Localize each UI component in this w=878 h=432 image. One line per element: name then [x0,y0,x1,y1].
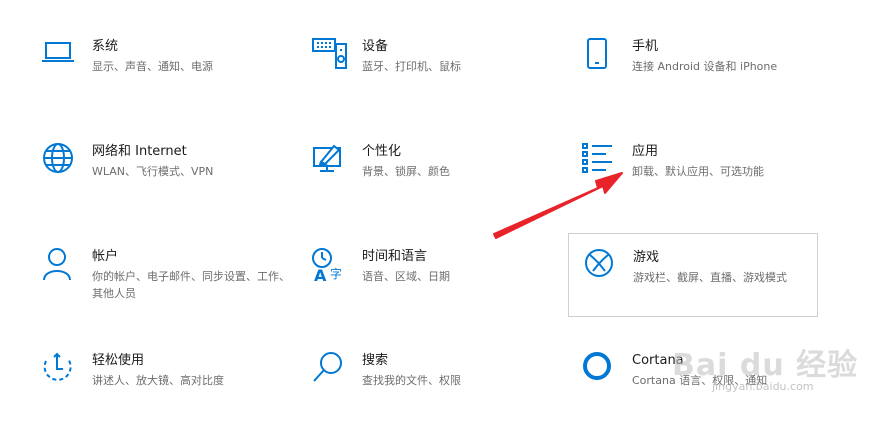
tile-description: 语音、区域、日期 [362,270,450,283]
time-language-icon: A 字 [312,248,350,286]
tile-title: 网络和 Internet [92,144,187,159]
settings-tile-search[interactable]: 搜索 查找我的文件、权限 [312,352,562,432]
ease-of-access-icon [42,352,80,390]
watermark-logo: Bai du 经验 jingyan.baidu.com [672,340,859,393]
tile-description: 显示、声音、通知、电源 [92,60,213,73]
globe-icon [42,143,80,181]
tile-description: 卸载、默认应用、可选功能 [632,165,764,178]
person-icon [42,248,80,286]
tile-description: 连接 Android 设备和 iPhone [632,60,778,73]
settings-tile-ease-of-access[interactable]: 轻松使用 讲述人、放大镜、高对比度 [42,352,292,432]
tile-description: 背景、锁屏、颜色 [362,165,450,178]
tile-description: 游戏栏、截屏、直播、游戏模式 [633,271,787,284]
phone-icon [582,38,620,76]
search-icon [312,352,350,390]
tile-title: 个性化 [362,144,402,159]
settings-tile-phone[interactable]: 手机 连接 Android 设备和 iPhone [582,38,832,118]
tile-title: 轻松使用 [92,353,145,368]
settings-tile-accounts[interactable]: 帐户 你的帐户、电子邮件、同步设置、工作、其他人员 [42,248,292,328]
apps-list-icon [582,143,620,181]
tile-title: 手机 [632,39,659,54]
settings-tile-system[interactable]: 系统 显示、声音、通知、电源 [42,38,292,118]
tile-description: 讲述人、放大镜、高对比度 [92,374,224,387]
tile-title: 搜索 [362,353,389,368]
settings-tile-devices[interactable]: 设备 蓝牙、打印机、鼠标 [312,38,562,118]
personalization-icon [312,143,350,181]
tile-description: 查找我的文件、权限 [362,374,461,387]
svg-text:A: A [314,266,327,285]
devices-icon [312,38,350,76]
tile-title: 时间和语言 [362,249,428,264]
tile-description: 蓝牙、打印机、鼠标 [362,60,461,73]
settings-tile-network[interactable]: 网络和 Internet WLAN、飞行模式、VPN [42,143,292,223]
tile-title: 游戏 [633,250,660,265]
xbox-icon [583,249,621,287]
cortana-icon [582,352,620,390]
settings-tile-time-language[interactable]: A 字 时间和语言 语音、区域、日期 [312,248,562,328]
tile-description: 你的帐户、电子邮件、同步设置、工作、其他人员 [92,270,290,300]
tile-description: WLAN、飞行模式、VPN [92,165,214,178]
settings-tile-apps[interactable]: 应用 卸载、默认应用、可选功能 [582,143,832,223]
laptop-icon [42,38,80,76]
tile-title: 系统 [92,39,119,54]
svg-text:字: 字 [330,266,342,281]
watermark-text: Bai du 经验 [672,348,859,383]
tile-title: 设备 [362,39,389,54]
settings-tile-gaming[interactable]: 游戏 游戏栏、截屏、直播、游戏模式 [568,233,818,317]
tile-title: 帐户 [92,249,119,264]
tile-title: 应用 [632,144,659,159]
watermark-subtext: jingyan.baidu.com [712,380,814,393]
settings-tile-personalization[interactable]: 个性化 背景、锁屏、颜色 [312,143,562,223]
